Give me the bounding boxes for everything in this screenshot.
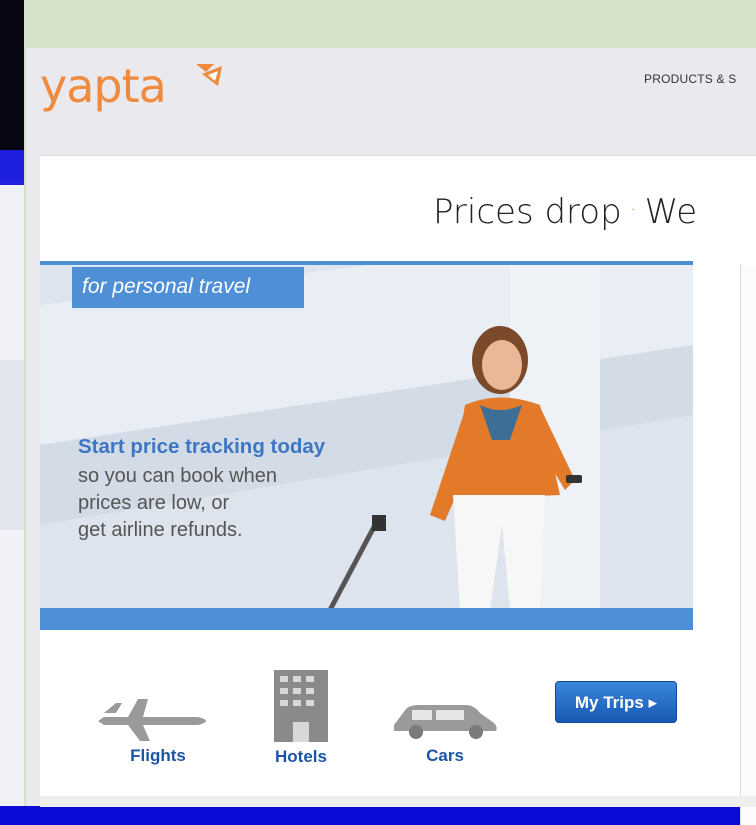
side-panel: [740, 265, 756, 825]
hero-bottom-bar: [40, 608, 693, 630]
personal-travel-tag: for personal travel: [72, 267, 304, 308]
flights-link[interactable]: Flights: [98, 691, 218, 766]
hero-text-line: get airline refunds.: [78, 519, 243, 541]
hero-text-line: so you can book when: [78, 465, 278, 487]
my-trips-button[interactable]: My Trips ▸: [555, 681, 677, 723]
headline-right: We: [644, 192, 698, 232]
headline-left: Prices drop: [433, 192, 622, 232]
logo-mark-icon: [196, 64, 222, 86]
nav-products-link[interactable]: PRODUCTS & S: [644, 72, 736, 86]
hotel-building-icon: [274, 670, 328, 742]
main-content: Prices drop · We for personal travel Sta…: [40, 155, 756, 825]
browser-page: yapta PRODUCTS & S Prices drop · We for …: [26, 48, 756, 825]
page-headline: Prices drop · We: [433, 192, 697, 232]
headline-dot: ·: [629, 198, 637, 223]
flights-label: Flights: [130, 746, 186, 765]
airplane-icon: [98, 699, 206, 741]
cars-link[interactable]: Cars: [390, 701, 500, 766]
hotels-link[interactable]: Hotels: [270, 670, 332, 767]
hero-text-line: prices are low, or: [78, 492, 230, 514]
hero-heading: Start price tracking today: [78, 435, 326, 458]
window-frame-top: [24, 0, 756, 52]
hotels-label: Hotels: [275, 747, 327, 766]
hero-banner[interactable]: for personal travel Start price tracking…: [40, 261, 693, 630]
car-icon: [394, 705, 497, 739]
content-bottom-strip: [40, 796, 756, 807]
cars-label: Cars: [426, 746, 464, 765]
yapta-logo[interactable]: yapta: [40, 56, 167, 116]
